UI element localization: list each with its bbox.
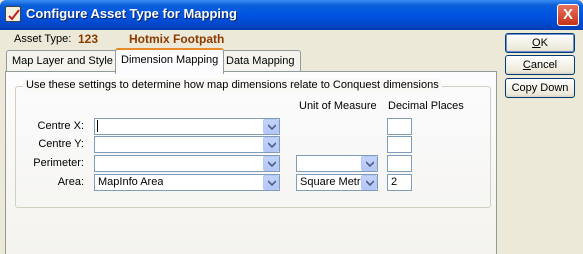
decimal-places-header: Decimal Places xyxy=(388,100,464,112)
unit-of-measure-header: Unit of Measure xyxy=(299,100,377,112)
tab-dimension-mapping[interactable]: Dimension Mapping xyxy=(115,48,225,74)
centre-y-label: Centre Y: xyxy=(38,138,84,150)
area-value: MapInfo Area xyxy=(98,176,164,188)
area-decimals-input[interactable]: 2 xyxy=(387,174,412,191)
asset-type-name: Hotmix Footpath xyxy=(129,32,225,46)
title-bar[interactable]: Configure Asset Type for Mapping X xyxy=(0,0,583,30)
dimension-mapping-panel: Use these settings to determine how map … xyxy=(5,71,497,254)
group-title: Use these settings to determine how map … xyxy=(23,79,442,91)
area-unit-select[interactable]: Square Metre xyxy=(296,174,378,191)
centre-x-select[interactable] xyxy=(94,118,280,135)
window-title: Configure Asset Type for Mapping xyxy=(26,6,237,21)
chevron-down-icon[interactable] xyxy=(361,156,377,171)
chevron-down-icon[interactable] xyxy=(361,175,377,190)
chevron-down-icon[interactable] xyxy=(263,156,279,171)
area-decimals-value: 2 xyxy=(391,176,398,188)
edit-checkbox-icon xyxy=(5,6,21,22)
area-unit-value: Square Metre xyxy=(300,176,362,188)
area-label: Area: xyxy=(57,176,84,188)
tab-map-layer-and-style[interactable]: Map Layer and Style xyxy=(6,50,119,72)
text-caret xyxy=(97,120,98,132)
close-icon: X xyxy=(562,6,573,23)
cancel-button[interactable]: Cancel xyxy=(505,55,575,75)
chevron-down-icon[interactable] xyxy=(263,137,279,152)
perimeter-unit-select[interactable] xyxy=(296,155,378,172)
asset-type-code: 123 xyxy=(78,32,99,46)
chevron-down-icon[interactable] xyxy=(263,119,279,134)
centre-y-decimals-input[interactable] xyxy=(387,136,412,153)
perimeter-select[interactable] xyxy=(94,155,280,172)
perimeter-label: Perimeter: xyxy=(33,157,84,169)
tab-data-mapping[interactable]: Data Mapping xyxy=(220,50,301,72)
cancel-label: ancel xyxy=(530,59,558,71)
ok-label: K xyxy=(540,37,548,49)
ok-accel: O xyxy=(532,37,541,49)
centre-y-select[interactable] xyxy=(94,136,280,153)
cancel-accel: C xyxy=(522,59,531,71)
asset-type-label: Asset Type: xyxy=(14,33,72,45)
close-button[interactable]: X xyxy=(557,4,579,26)
copy-down-button[interactable]: Copy Down xyxy=(505,78,575,98)
ok-button[interactable]: OK xyxy=(505,33,575,53)
centre-x-decimals-input[interactable] xyxy=(387,118,412,135)
perimeter-decimals-input[interactable] xyxy=(387,155,412,172)
centre-x-label: Centre X: xyxy=(37,120,84,132)
chevron-down-icon[interactable] xyxy=(263,175,279,190)
area-select[interactable]: MapInfo Area xyxy=(94,174,280,191)
